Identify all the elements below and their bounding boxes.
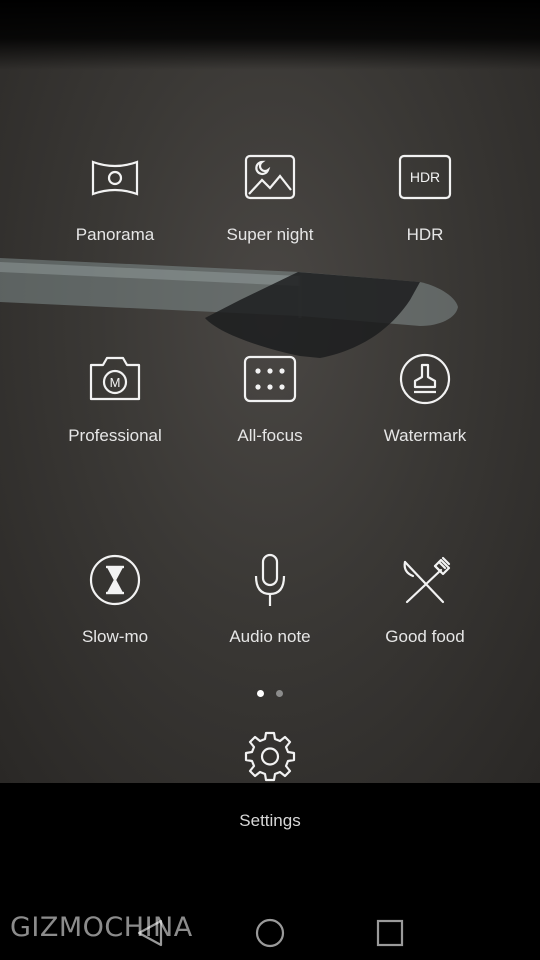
mode-good-food[interactable]: Good food	[350, 550, 500, 690]
mode-super-night[interactable]: Super night	[195, 148, 345, 288]
mode-label: HDR	[406, 225, 444, 244]
mode-label: Super night	[226, 225, 314, 244]
mode-watermark[interactable]: Watermark	[350, 349, 500, 489]
gear-icon	[244, 731, 296, 782]
dots-grid-icon	[240, 349, 300, 409]
fork-knife-icon	[395, 550, 455, 610]
mode-all-focus[interactable]: All-focus	[195, 349, 345, 489]
mode-label: Audio note	[229, 627, 311, 646]
page-dot	[276, 690, 283, 697]
mode-slow-mo[interactable]: Slow-mo	[40, 550, 190, 690]
hourglass-icon	[85, 550, 145, 610]
mode-audio-note[interactable]: Audio note	[195, 550, 345, 690]
mode-label: All-focus	[237, 426, 303, 445]
camera-modes-screen: Panorama Super night HDR HDR M Professio…	[0, 0, 540, 960]
moon-landscape-icon	[240, 148, 300, 208]
watermark-logo: GIZMOCHINA	[10, 912, 193, 943]
camera-m-icon: M	[85, 349, 145, 409]
mode-label: Panorama	[75, 225, 155, 244]
mode-professional[interactable]: M Professional	[40, 349, 190, 489]
hdr-icon-text: HDR	[410, 169, 440, 185]
mode-label: Good food	[385, 627, 465, 646]
hdr-icon: HDR	[395, 148, 455, 208]
panorama-icon	[85, 148, 145, 208]
home-button[interactable]	[240, 912, 300, 954]
mode-grid: Panorama Super night HDR HDR M Professio…	[0, 0, 540, 700]
mode-label: Slow-mo	[81, 627, 149, 646]
home-icon	[255, 918, 285, 948]
settings-label: Settings	[239, 811, 301, 830]
mode-label: Watermark	[383, 426, 467, 445]
microphone-icon	[240, 550, 300, 610]
recents-icon	[376, 919, 404, 947]
page-indicator	[0, 690, 540, 700]
page-dot-active	[257, 690, 264, 697]
mode-label: Professional	[68, 426, 162, 445]
mode-panorama[interactable]: Panorama	[40, 148, 190, 288]
stamp-icon	[395, 349, 455, 409]
recents-button[interactable]	[360, 912, 420, 954]
camera-m-icon-text: M	[110, 375, 121, 390]
mode-hdr[interactable]: HDR HDR	[350, 148, 500, 288]
